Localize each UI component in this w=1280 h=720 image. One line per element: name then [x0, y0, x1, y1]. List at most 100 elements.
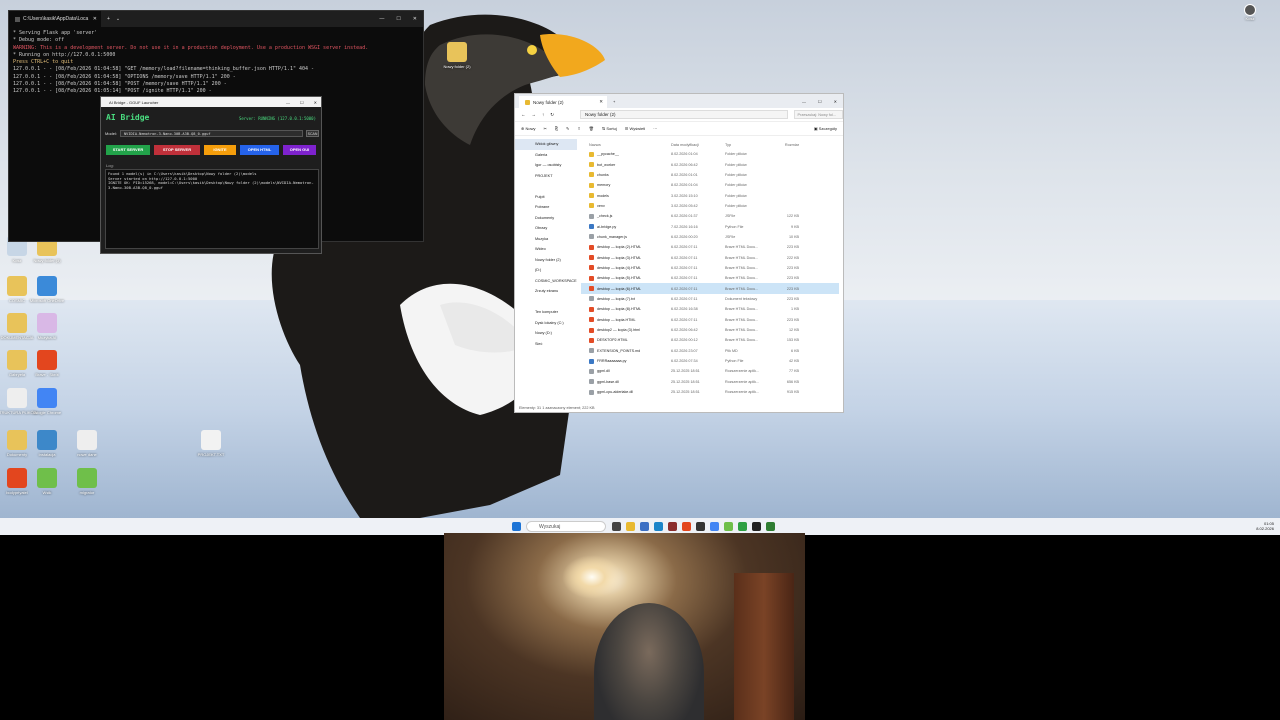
col-name[interactable]: Nazwa	[581, 143, 671, 147]
chevron-down-icon[interactable]: ⌄	[116, 16, 120, 22]
file-row[interactable]: ggml-cpu-alderlake.dll 25.12.2025 18:51 Ro…	[581, 387, 839, 397]
model-select[interactable]: NVIDIA-Nemotron-3-Nano-30B-A3B-Q8_0.gguf	[120, 129, 303, 137]
file-row[interactable]: models 3.02.2026 15:10 Folder plików	[581, 190, 839, 200]
terminal-tab[interactable]: C:\Users\kasik\AppData\Loca ✕	[9, 11, 101, 27]
file-row[interactable]: ai-bridge.py 7.02.2026 16:16 Python File 9 …	[581, 221, 839, 231]
file-row[interactable]: FRRRaaaaaaa.py 6.02.2026 07:34 Python File…	[581, 356, 839, 366]
sidebar-item[interactable]: Wideo	[515, 244, 577, 255]
terminal-taskbar-icon[interactable]	[752, 522, 761, 531]
sidebar-item[interactable]: Nowy folder (2)	[515, 255, 577, 266]
desktop-icon[interactable]: PROJEKT.TXT	[184, 430, 238, 457]
ignite-button[interactable]: IGNITE	[204, 145, 236, 155]
clock[interactable]: 01:05 8.02.2026	[1256, 521, 1274, 531]
file-row[interactable]: _check.js 6.02.2026 01:37 JSFile 122 KB	[581, 211, 839, 221]
task-view-icon[interactable]	[612, 522, 621, 531]
file-row[interactable]: desktop — kopia (8).HTML 6.02.2026 16:38 B…	[581, 304, 839, 314]
open-gui-button[interactable]: OPEN GUI	[283, 145, 316, 155]
stop-server-button[interactable]: STOP SERVER	[154, 145, 200, 155]
sidebar-item[interactable]: Ten komputer	[515, 307, 577, 318]
sidebar-item[interactable]: Nowy (D:)	[515, 328, 577, 339]
explorer-tabbar[interactable]: Nowy folder (2) ✕ + — ☐ ✕	[515, 94, 843, 108]
refresh-icon[interactable]: ↻	[550, 112, 554, 118]
file-row[interactable]: desktop — kopia (5).HTML 6.02.2026 07:11 B…	[581, 273, 839, 283]
sidebar-item[interactable]: Dokumenty	[515, 213, 577, 224]
rename-icon[interactable]: ✎	[566, 126, 569, 131]
maximize-icon[interactable]: ☐	[396, 16, 400, 22]
desktop-icon[interactable]: Microsoft OneDrive	[20, 276, 74, 303]
start-icon[interactable]	[512, 522, 521, 531]
topright-recycle-icon[interactable]: Kosz	[1236, 4, 1264, 21]
file-row[interactable]: desktop — kopia (7).txt 6.02.2026 07:11 Do…	[581, 294, 839, 304]
col-size[interactable]: Rozmiar	[773, 143, 799, 147]
open-html-button[interactable]: OPEN HTML	[240, 145, 279, 155]
file-row[interactable]: desktop — kopia (3).HTML 6.02.2026 07:11 B…	[581, 252, 839, 262]
desktop-icon[interactable]: Google Chrome	[20, 388, 74, 415]
search-input[interactable]: Przeszukaj: Nowy fol...	[793, 110, 843, 119]
up-icon[interactable]: ↑	[542, 112, 544, 117]
desktop-icon[interactable]: migrator	[60, 468, 114, 495]
file-row[interactable]: ggml.dll 25.12.2025 18:51 Rozszerzenie apl…	[581, 366, 839, 376]
sidebar-item[interactable]: Dysk lokalny (C:)	[515, 318, 577, 329]
file-row[interactable]: memory 8.02.2026 01:04 Folder plików	[581, 180, 839, 190]
explorer-taskbar-icon[interactable]	[626, 522, 635, 531]
close-tab-icon[interactable]: ✕	[599, 99, 603, 105]
col-type[interactable]: Typ	[725, 143, 773, 147]
file-row[interactable]: chunk_manager.js 6.02.2026 00:20 JSFile 10 …	[581, 232, 839, 242]
file-row[interactable]: desktop2 — kopia (3).html 6.02.2026 06:42…	[581, 325, 839, 335]
forward-icon[interactable]: →	[532, 112, 537, 117]
new-button[interactable]: ⊕ Nowy	[521, 126, 535, 131]
close-icon[interactable]: ✕	[314, 100, 317, 105]
details-button[interactable]: ▣ Szczegóły	[814, 126, 837, 131]
sidebar-item[interactable]: Sieć	[515, 339, 577, 350]
file-row[interactable]: desktop — kopia.HTML 6.02.2026 07:11 Brave…	[581, 315, 839, 325]
file-row[interactable]: EXTENSION_POINTS.md 6.02.2026 23:07 Plik M…	[581, 346, 839, 356]
scan-button[interactable]: SCAN	[306, 129, 319, 137]
brave-taskbar-icon[interactable]	[682, 522, 691, 531]
file-row[interactable]: bot_worker 6.02.2026 06:42 Folder plików	[581, 159, 839, 169]
close-tab-icon[interactable]: ✕	[93, 16, 97, 22]
sidebar-item[interactable]: Zrzuty ekranu	[515, 286, 577, 297]
file-explorer-window[interactable]: Nowy folder (2) ✕ + — ☐ ✕ ← → ↑ ↻ Nowy f…	[514, 93, 844, 413]
taskbar-search[interactable]: Wyszukaj	[526, 521, 606, 532]
sidebar-item[interactable]: PROJEKT	[515, 171, 577, 182]
cut-icon[interactable]: ✂	[543, 126, 546, 131]
file-row[interactable]: ggml-base.dll 25.12.2025 18:51 Rozszerzeni…	[581, 377, 839, 387]
file-row[interactable]: desktop — kopia (4).HTML 6.02.2026 07:11 B…	[581, 263, 839, 273]
new-tab-icon[interactable]: +	[613, 99, 615, 104]
minimize-icon[interactable]: —	[286, 100, 290, 105]
app4-taskbar-icon[interactable]	[738, 522, 747, 531]
sidebar-item[interactable]: Obrazy	[515, 223, 577, 234]
store-taskbar-icon[interactable]	[640, 522, 649, 531]
sidebar-item[interactable]: Widok główny	[515, 139, 577, 150]
view-button[interactable]: ☰ Wyświetl	[625, 126, 645, 131]
app3-taskbar-icon[interactable]	[724, 522, 733, 531]
explorer-tab[interactable]: Nowy folder (2) ✕	[519, 96, 607, 108]
file-row[interactable]: chunks 8.02.2026 01:01 Folder plików	[581, 170, 839, 180]
sort-button[interactable]: ⇅ Sortuj	[602, 126, 617, 131]
app2-taskbar-icon[interactable]	[696, 522, 705, 531]
app5-taskbar-icon[interactable]	[766, 522, 775, 531]
edge-taskbar-icon[interactable]	[654, 522, 663, 531]
sidebar-item[interactable]: COSMIC_WORKSPACE	[515, 276, 577, 287]
desktop-icon[interactable]: Brave - Skrót	[20, 350, 74, 377]
col-date[interactable]: Data modyfikacji	[671, 143, 725, 147]
delete-icon[interactable]: 🗑	[589, 126, 594, 131]
terminal-titlebar[interactable]: C:\Users\kasik\AppData\Loca ✕ + ⌄ — ☐ ✕	[9, 11, 423, 27]
minimize-icon[interactable]: —	[379, 16, 384, 22]
start-server-button[interactable]: START SERVER	[106, 145, 150, 155]
terminal-output[interactable]: * Serving Flask app 'server' * Debug mod…	[9, 27, 423, 99]
more-icon[interactable]: ⋯	[653, 126, 657, 131]
desktop-icon[interactable]: Muzyka AI	[20, 313, 74, 340]
file-row[interactable]: __pycache__ 8.02.2026 01:04 Folder plików	[581, 149, 839, 159]
file-row[interactable]: venv 3.02.2026 05:42 Folder plików	[581, 201, 839, 211]
back-icon[interactable]: ←	[521, 112, 526, 117]
new-tab-icon[interactable]: +	[107, 16, 110, 22]
sidebar-item[interactable]: Pulpit	[515, 192, 577, 203]
file-row[interactable]: desktop — kopia (2).HTML 6.02.2026 07:11 B…	[581, 242, 839, 252]
sidebar-item[interactable]: (D:)	[515, 265, 577, 276]
maximize-icon[interactable]: ☐	[818, 99, 822, 104]
app-taskbar-icon[interactable]	[668, 522, 677, 531]
sidebar-item[interactable]: Galeria	[515, 150, 577, 161]
minimize-icon[interactable]: —	[802, 99, 806, 104]
share-icon[interactable]: ⇪	[577, 126, 580, 131]
